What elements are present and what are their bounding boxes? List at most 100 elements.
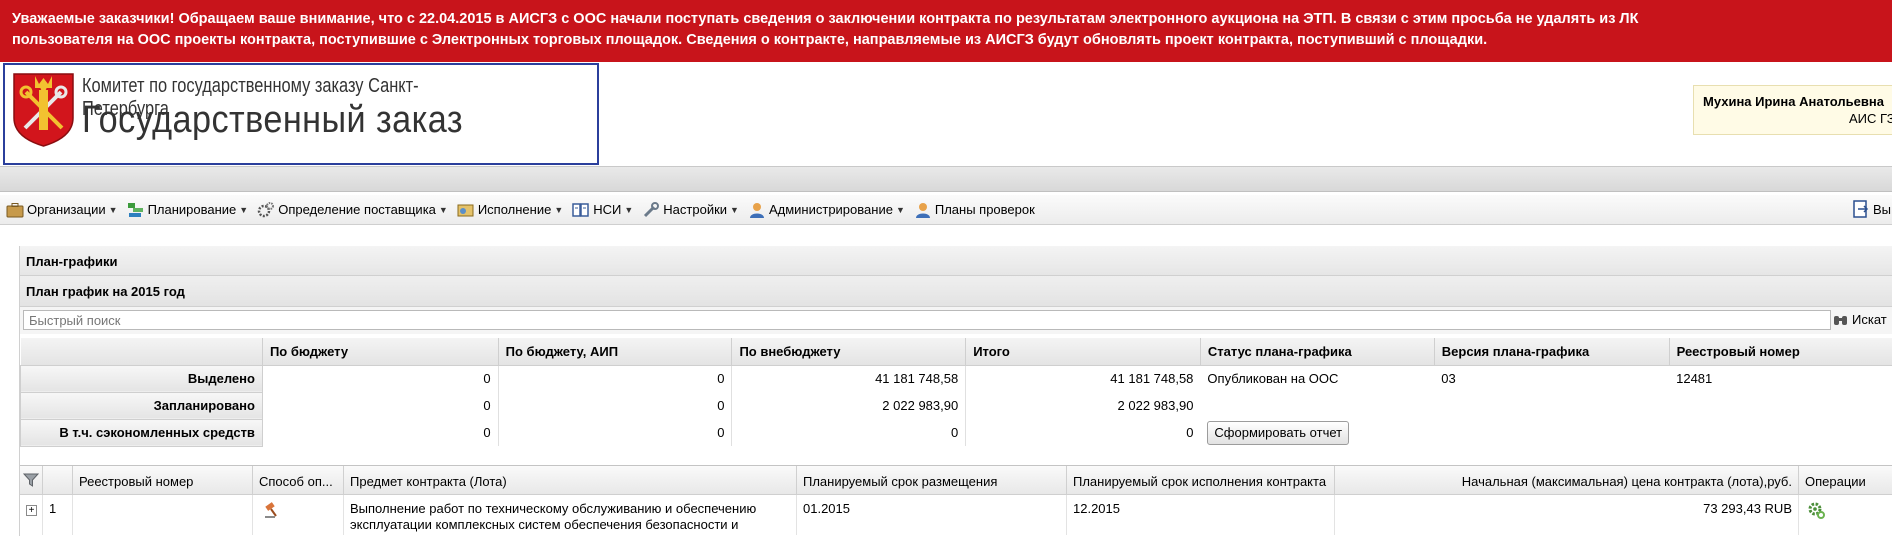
menu-inspection-plans[interactable]: Планы проверок (914, 202, 1035, 218)
menu-organizations[interactable]: Организации ▼ (6, 202, 118, 218)
plan-status: Опубликован на ООС (1207, 371, 1339, 387)
summary-header-version: Версия плана-графика (1433, 338, 1670, 366)
summary-row-saved: В т.ч. сэкономленных средств 0 0 0 0 Сфо… (20, 418, 1892, 447)
main-menu: Организации ▼ Планирование ▼ Определение п… (0, 195, 1892, 225)
wrench-icon (644, 201, 660, 217)
gears-icon (257, 201, 275, 217)
plan-reg-number: 12481 (1676, 371, 1713, 387)
logo[interactable]: Комитет по государственному заказу Санкт… (3, 63, 599, 165)
grid-header-subject[interactable]: Предмет контракта (Лота) (344, 466, 797, 495)
summary-header-status: Статус плана-графика (1199, 338, 1435, 366)
user-name: Мухина Ирина Анатольевна (1703, 94, 1884, 109)
summary-corner (20, 338, 263, 366)
logo-title: Государственный заказ (82, 99, 464, 141)
exit-icon (1853, 200, 1869, 218)
row-subject: Выполнение работ по техническому обслужи… (344, 495, 797, 535)
summary-header-total: Итого (965, 338, 1201, 366)
summary-cell: 2 022 983,90 (731, 392, 966, 419)
panel-title: План-графики (20, 246, 1892, 276)
grid-header-reg-number[interactable]: Реестровый номер (73, 466, 253, 495)
summary-cell: 0 (261, 365, 499, 392)
grid-header-price[interactable]: Начальная (максимальная) цена контракта … (1335, 466, 1799, 495)
summary-cell: 0 (261, 419, 499, 446)
table-row[interactable]: + 1 Выполнение работ по техническому обс… (20, 495, 1892, 535)
generate-report-button[interactable]: Сформировать отчет (1207, 420, 1350, 445)
menu-supplier-label: Определение поставщика (278, 202, 436, 217)
menu-settings[interactable]: Настройки ▼ (642, 201, 739, 218)
user-icon (915, 202, 930, 218)
plan-schedules-panel: План-графики План график на 2015 год Иск… (19, 246, 1892, 536)
chevron-down-icon: ▼ (108, 204, 118, 215)
menu-settings-label: Настройки (663, 202, 728, 217)
report-cell: Сформировать отчет (1200, 419, 1892, 446)
grid-filter-column[interactable] (20, 466, 43, 495)
menu-supplier[interactable]: Определение поставщика ▼ (257, 201, 448, 218)
notice-line-2: пользователя на ООС проекты контракта, п… (12, 32, 1488, 48)
summary-row-label: Запланировано (20, 391, 263, 420)
grid-header-operations[interactable]: Операции (1799, 466, 1892, 495)
user-info[interactable]: Мухина Ирина Анатольевна АИС ГЗ (1693, 85, 1892, 135)
row-execution: 12.2015 (1067, 495, 1335, 535)
panel-subtitle: План график на 2015 год (20, 276, 1892, 307)
briefcase-icon (6, 202, 24, 217)
search-button-label: Искат (1852, 312, 1887, 327)
filter-icon (22, 473, 40, 487)
menu-planning[interactable]: Планирование ▼ (127, 202, 249, 218)
row-operations[interactable] (1799, 495, 1892, 535)
grid-header-row: Реестровый номер Способ оп... Предмет ко… (20, 466, 1892, 495)
menu-execution-label: Исполнение (477, 202, 552, 217)
notice-line-1: Уважаемые заказчики! Обращаем ваше внима… (12, 11, 1639, 27)
auction-hammer-icon (265, 502, 277, 518)
execution-icon (457, 204, 474, 216)
summary-header-reg-number: Реестровый номер (1668, 338, 1892, 366)
summary-cell: 0 (497, 419, 732, 446)
summary-table: По бюджету По бюджету, АИП По внебюджету… (20, 338, 1892, 447)
exit-label: Вы (1873, 201, 1892, 217)
chevron-down-icon: ▼ (554, 204, 564, 215)
row-method (253, 495, 344, 535)
quick-search-input[interactable] (23, 310, 1831, 330)
plan-version: 03 (1441, 371, 1456, 387)
row-placement: 01.2015 (797, 495, 1067, 535)
spb-coat-of-arms-icon (13, 73, 74, 147)
summary-empty (1200, 392, 1892, 419)
row-expand-button[interactable]: + (20, 495, 43, 535)
summary-header-budget: По бюджету (261, 338, 499, 366)
menu-nsi-label: НСИ (593, 202, 622, 217)
quick-search-bar: Искат (20, 307, 1892, 334)
summary-cell: 41 181 748,58 (965, 365, 1201, 392)
search-button[interactable]: Искат (1833, 312, 1887, 327)
summary-cell: 0 (731, 419, 966, 446)
menu-admin[interactable]: Администрирование ▼ (748, 202, 905, 218)
plus-icon: + (26, 505, 37, 516)
header-divider-strip (0, 166, 1892, 192)
grid-header-placement[interactable]: Планируемый срок размещения (797, 466, 1067, 495)
summary-cell: 0 (497, 392, 732, 419)
summary-header-offbudget: По внебюджету (731, 338, 966, 366)
user-icon (749, 202, 764, 218)
menu-inspection-plans-label: Планы проверок (934, 202, 1035, 217)
menu-nsi[interactable]: НСИ ▼ (572, 202, 633, 218)
summary-row-label: Выделено (20, 364, 263, 393)
chevron-down-icon: ▼ (239, 204, 249, 215)
user-org: АИС ГЗ (1849, 111, 1892, 126)
binoculars-icon (1834, 315, 1847, 325)
exit-button[interactable]: Вы (1852, 200, 1891, 218)
plan-positions-grid: Реестровый номер Способ оп... Предмет ко… (20, 465, 1892, 535)
summary-cell: 2 022 983,90 (965, 392, 1201, 419)
grid-header-method[interactable]: Способ оп... (253, 466, 344, 495)
row-reg-number (73, 495, 253, 535)
chevron-down-icon: ▼ (438, 204, 448, 215)
book-icon (572, 202, 589, 217)
summary-row-label: В т.ч. сэкономленных средств (20, 418, 263, 447)
grid-header-execution[interactable]: Планируемый срок исполнения контракта (1067, 466, 1335, 495)
summary-row-planned: Запланировано 0 0 2 022 983,90 2 022 983… (20, 391, 1892, 420)
planning-icon (127, 202, 143, 217)
summary-cell: 0 (965, 419, 1201, 446)
menu-admin-label: Администрирование (768, 202, 893, 217)
chevron-down-icon: ▼ (624, 204, 634, 215)
row-price: 73 293,43 RUB (1335, 495, 1799, 535)
gear-icon (1808, 502, 1825, 519)
menu-execution[interactable]: Исполнение ▼ (457, 202, 563, 218)
summary-cell: 41 181 748,58 (731, 365, 966, 392)
